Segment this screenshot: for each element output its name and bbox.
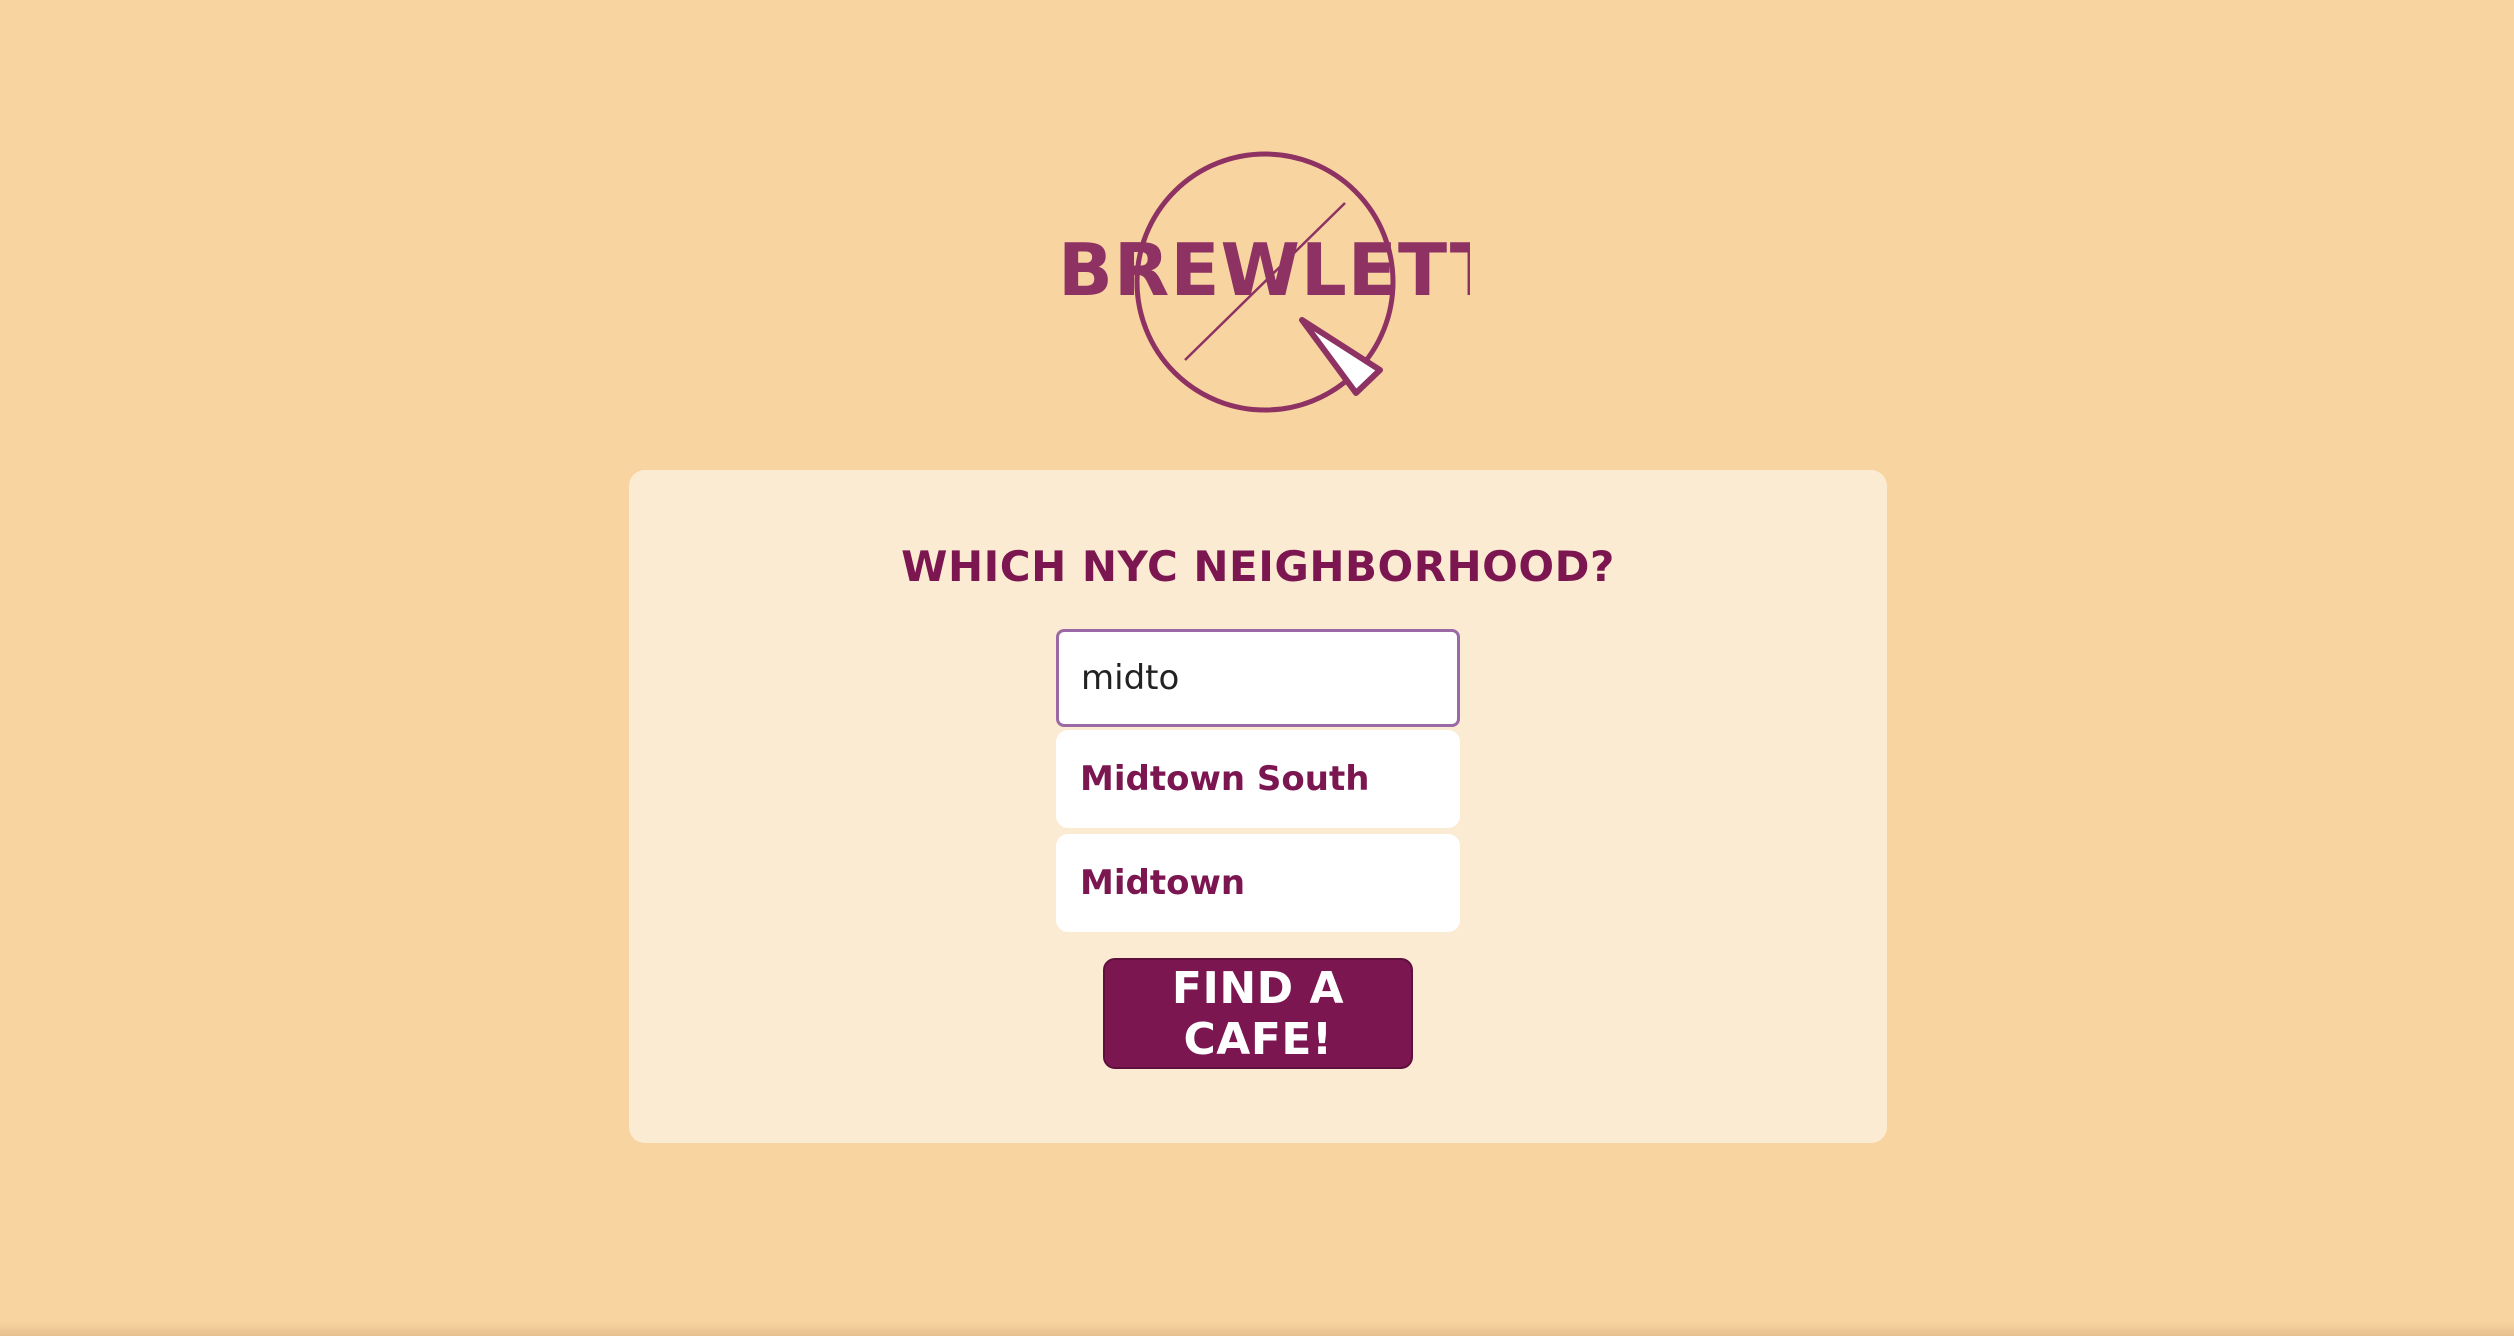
logo-text: BREWLETTE	[1058, 228, 1470, 312]
form-heading: WHICH NYC NEIGHBORHOOD?	[901, 542, 1615, 591]
suggestion-midtown[interactable]: Midtown	[1056, 834, 1460, 932]
roulette-wheel-icon: BREWLETTE	[1058, 151, 1470, 413]
page: BREWLETTE WHICH NYC NEIGHBORHOOD? Midtow…	[0, 0, 2514, 1336]
find-cafe-button[interactable]: FIND A CAFE!	[1103, 958, 1413, 1069]
neighborhood-search-input[interactable]	[1056, 629, 1460, 727]
bottom-shadow	[0, 1322, 2514, 1336]
suggestion-midtown-south[interactable]: Midtown South	[1056, 730, 1460, 828]
search-card: WHICH NYC NEIGHBORHOOD? Midtown South Mi…	[629, 470, 1887, 1143]
brewlette-logo: BREWLETTE	[1050, 145, 1470, 425]
